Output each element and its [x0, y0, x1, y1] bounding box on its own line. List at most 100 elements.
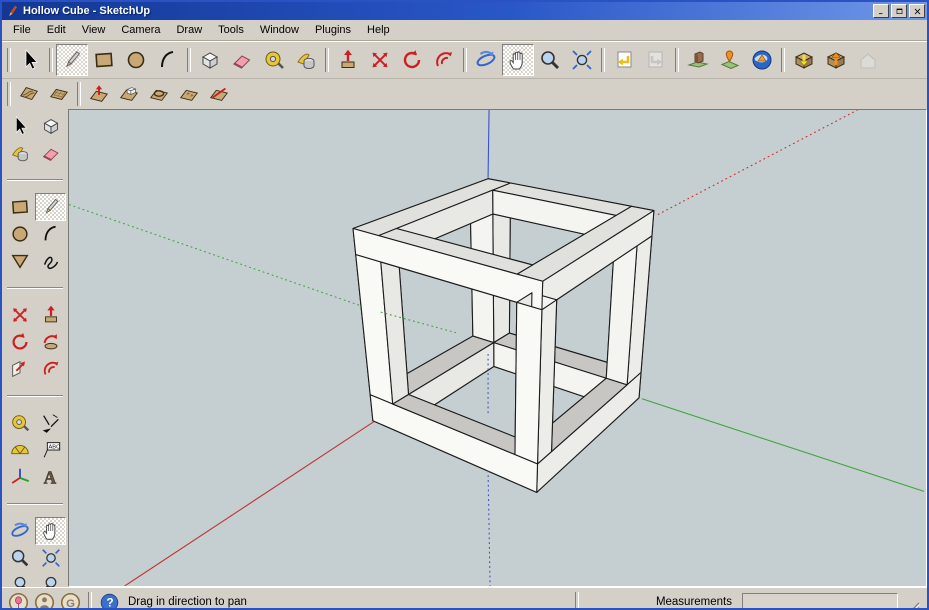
tool-rotate[interactable] [396, 44, 428, 76]
tool-drape[interactable] [144, 79, 174, 109]
palette-tool-polygon[interactable] [4, 247, 35, 275]
tool-from-scratch[interactable] [44, 79, 74, 109]
minimize-button[interactable] [873, 4, 889, 18]
tool-move[interactable] [364, 44, 396, 76]
tool-circle[interactable] [120, 44, 152, 76]
tool-zoom[interactable] [534, 44, 566, 76]
eraser-icon [230, 48, 254, 72]
tool-get-models[interactable] [788, 44, 820, 76]
palette-tool-rectangle[interactable] [4, 193, 35, 221]
tool-from-contours[interactable] [14, 79, 44, 109]
palette-tool-zoom-next[interactable] [35, 571, 66, 588]
palette-tool-zoom-extents[interactable] [35, 544, 66, 572]
tool-redo[interactable] [640, 44, 672, 76]
palette-tool-arc[interactable] [35, 220, 66, 248]
tool-tape-measure[interactable] [258, 44, 290, 76]
tool-pan[interactable] [502, 44, 534, 76]
palette-tool-circle[interactable] [4, 220, 35, 248]
measurements-input[interactable] [742, 593, 898, 610]
tool-smoove[interactable] [84, 79, 114, 109]
tool-stamp[interactable] [114, 79, 144, 109]
tool-eraser[interactable] [226, 44, 258, 76]
palette-tool-axes[interactable] [4, 463, 35, 491]
drape-icon [148, 83, 170, 105]
tool-select[interactable] [14, 44, 46, 76]
tool-add-detail[interactable] [174, 79, 204, 109]
title-bar[interactable]: Hollow Cube - SketchUp [2, 2, 927, 20]
palette-tool-paint-bucket[interactable] [4, 139, 35, 167]
palette-tool-scale[interactable] [4, 355, 35, 383]
menu-tools[interactable]: Tools [210, 21, 252, 39]
status-bar: G ? Drag in direction to pan Measurement… [2, 587, 927, 610]
viewport[interactable] [68, 109, 927, 587]
tool-zoom-extents[interactable] [566, 44, 598, 76]
tool-rectangle[interactable] [88, 44, 120, 76]
palette-tool-follow-me[interactable] [35, 328, 66, 356]
palette-tool-zoom[interactable] [4, 544, 35, 572]
geo-location-icon[interactable] [8, 592, 29, 610]
menu-draw[interactable]: Draw [168, 21, 210, 39]
tool-share-model[interactable] [820, 44, 852, 76]
text-icon: ABC [40, 439, 62, 461]
dimension-icon [40, 412, 62, 434]
push-pull-icon [336, 48, 360, 72]
menu-view[interactable]: View [74, 21, 114, 39]
palette-tool-zoom-previous[interactable] [4, 571, 35, 588]
menu-window[interactable]: Window [252, 21, 307, 39]
tool-push-pull[interactable] [332, 44, 364, 76]
3d-scene[interactable] [69, 110, 926, 586]
palette-tool-freehand[interactable] [35, 247, 66, 275]
tool-offset[interactable] [428, 44, 460, 76]
toolbar-separator [463, 48, 467, 72]
palette-tool-move[interactable] [4, 301, 35, 329]
menu-plugins[interactable]: Plugins [307, 21, 359, 39]
maximize-button[interactable] [891, 4, 907, 18]
tool-google-earth[interactable] [746, 44, 778, 76]
palette-tool-orbit[interactable] [4, 517, 35, 545]
workspace: ABC A [2, 109, 927, 587]
tool-undo[interactable] [608, 44, 640, 76]
share-component-icon [856, 48, 880, 72]
menu-camera[interactable]: Camera [113, 21, 168, 39]
palette-tool-push-pull[interactable] [35, 301, 66, 329]
palette-tool-line[interactable] [35, 193, 66, 221]
palette-tool-tape-measure[interactable] [4, 409, 35, 437]
palette-tool-make-component[interactable] [35, 112, 66, 140]
push-pull-icon [40, 304, 62, 326]
palette-tool-offset[interactable] [35, 355, 66, 383]
tool-add-location[interactable] [682, 44, 714, 76]
palette-tool-eraser[interactable] [35, 139, 66, 167]
palette-tool-select[interactable] [4, 112, 35, 140]
menu-file[interactable]: File [5, 21, 39, 39]
palette-tool-rotate[interactable] [4, 328, 35, 356]
tool-paint-bucket[interactable] [290, 44, 322, 76]
window-title: Hollow Cube - SketchUp [23, 5, 871, 17]
tool-make-component[interactable] [194, 44, 226, 76]
menu-edit[interactable]: Edit [39, 21, 74, 39]
tape-measure-icon [262, 48, 286, 72]
palette-tool-protractor[interactable] [4, 436, 35, 464]
claim-model-icon[interactable] [34, 592, 55, 610]
palette-tool-pan[interactable] [35, 517, 66, 545]
tool-flip-edge[interactable] [204, 79, 234, 109]
tool-arc[interactable] [152, 44, 184, 76]
tool-orbit[interactable] [470, 44, 502, 76]
tool-line[interactable] [56, 44, 88, 76]
menu-help[interactable]: Help [359, 21, 398, 39]
close-button[interactable] [909, 4, 925, 18]
tool-share-component[interactable] [852, 44, 884, 76]
toolbar-separator [325, 48, 329, 72]
palette-tool-3d-text[interactable]: A [35, 463, 66, 491]
zoom-previous-icon [9, 574, 31, 588]
palette-tool-text[interactable]: ABC [35, 436, 66, 464]
tool-toggle-terrain[interactable] [714, 44, 746, 76]
status-hint: Drag in direction to pan [128, 596, 568, 608]
help-icon[interactable]: ? [99, 592, 120, 610]
get-credit-icon[interactable]: G [60, 592, 81, 610]
svg-text:A: A [43, 467, 56, 487]
app-icon [5, 4, 20, 19]
palette-tool-dimension[interactable] [35, 409, 66, 437]
toolbar-sandbox [2, 78, 927, 109]
cube-face[interactable] [515, 302, 542, 464]
resize-grip[interactable] [906, 601, 921, 610]
